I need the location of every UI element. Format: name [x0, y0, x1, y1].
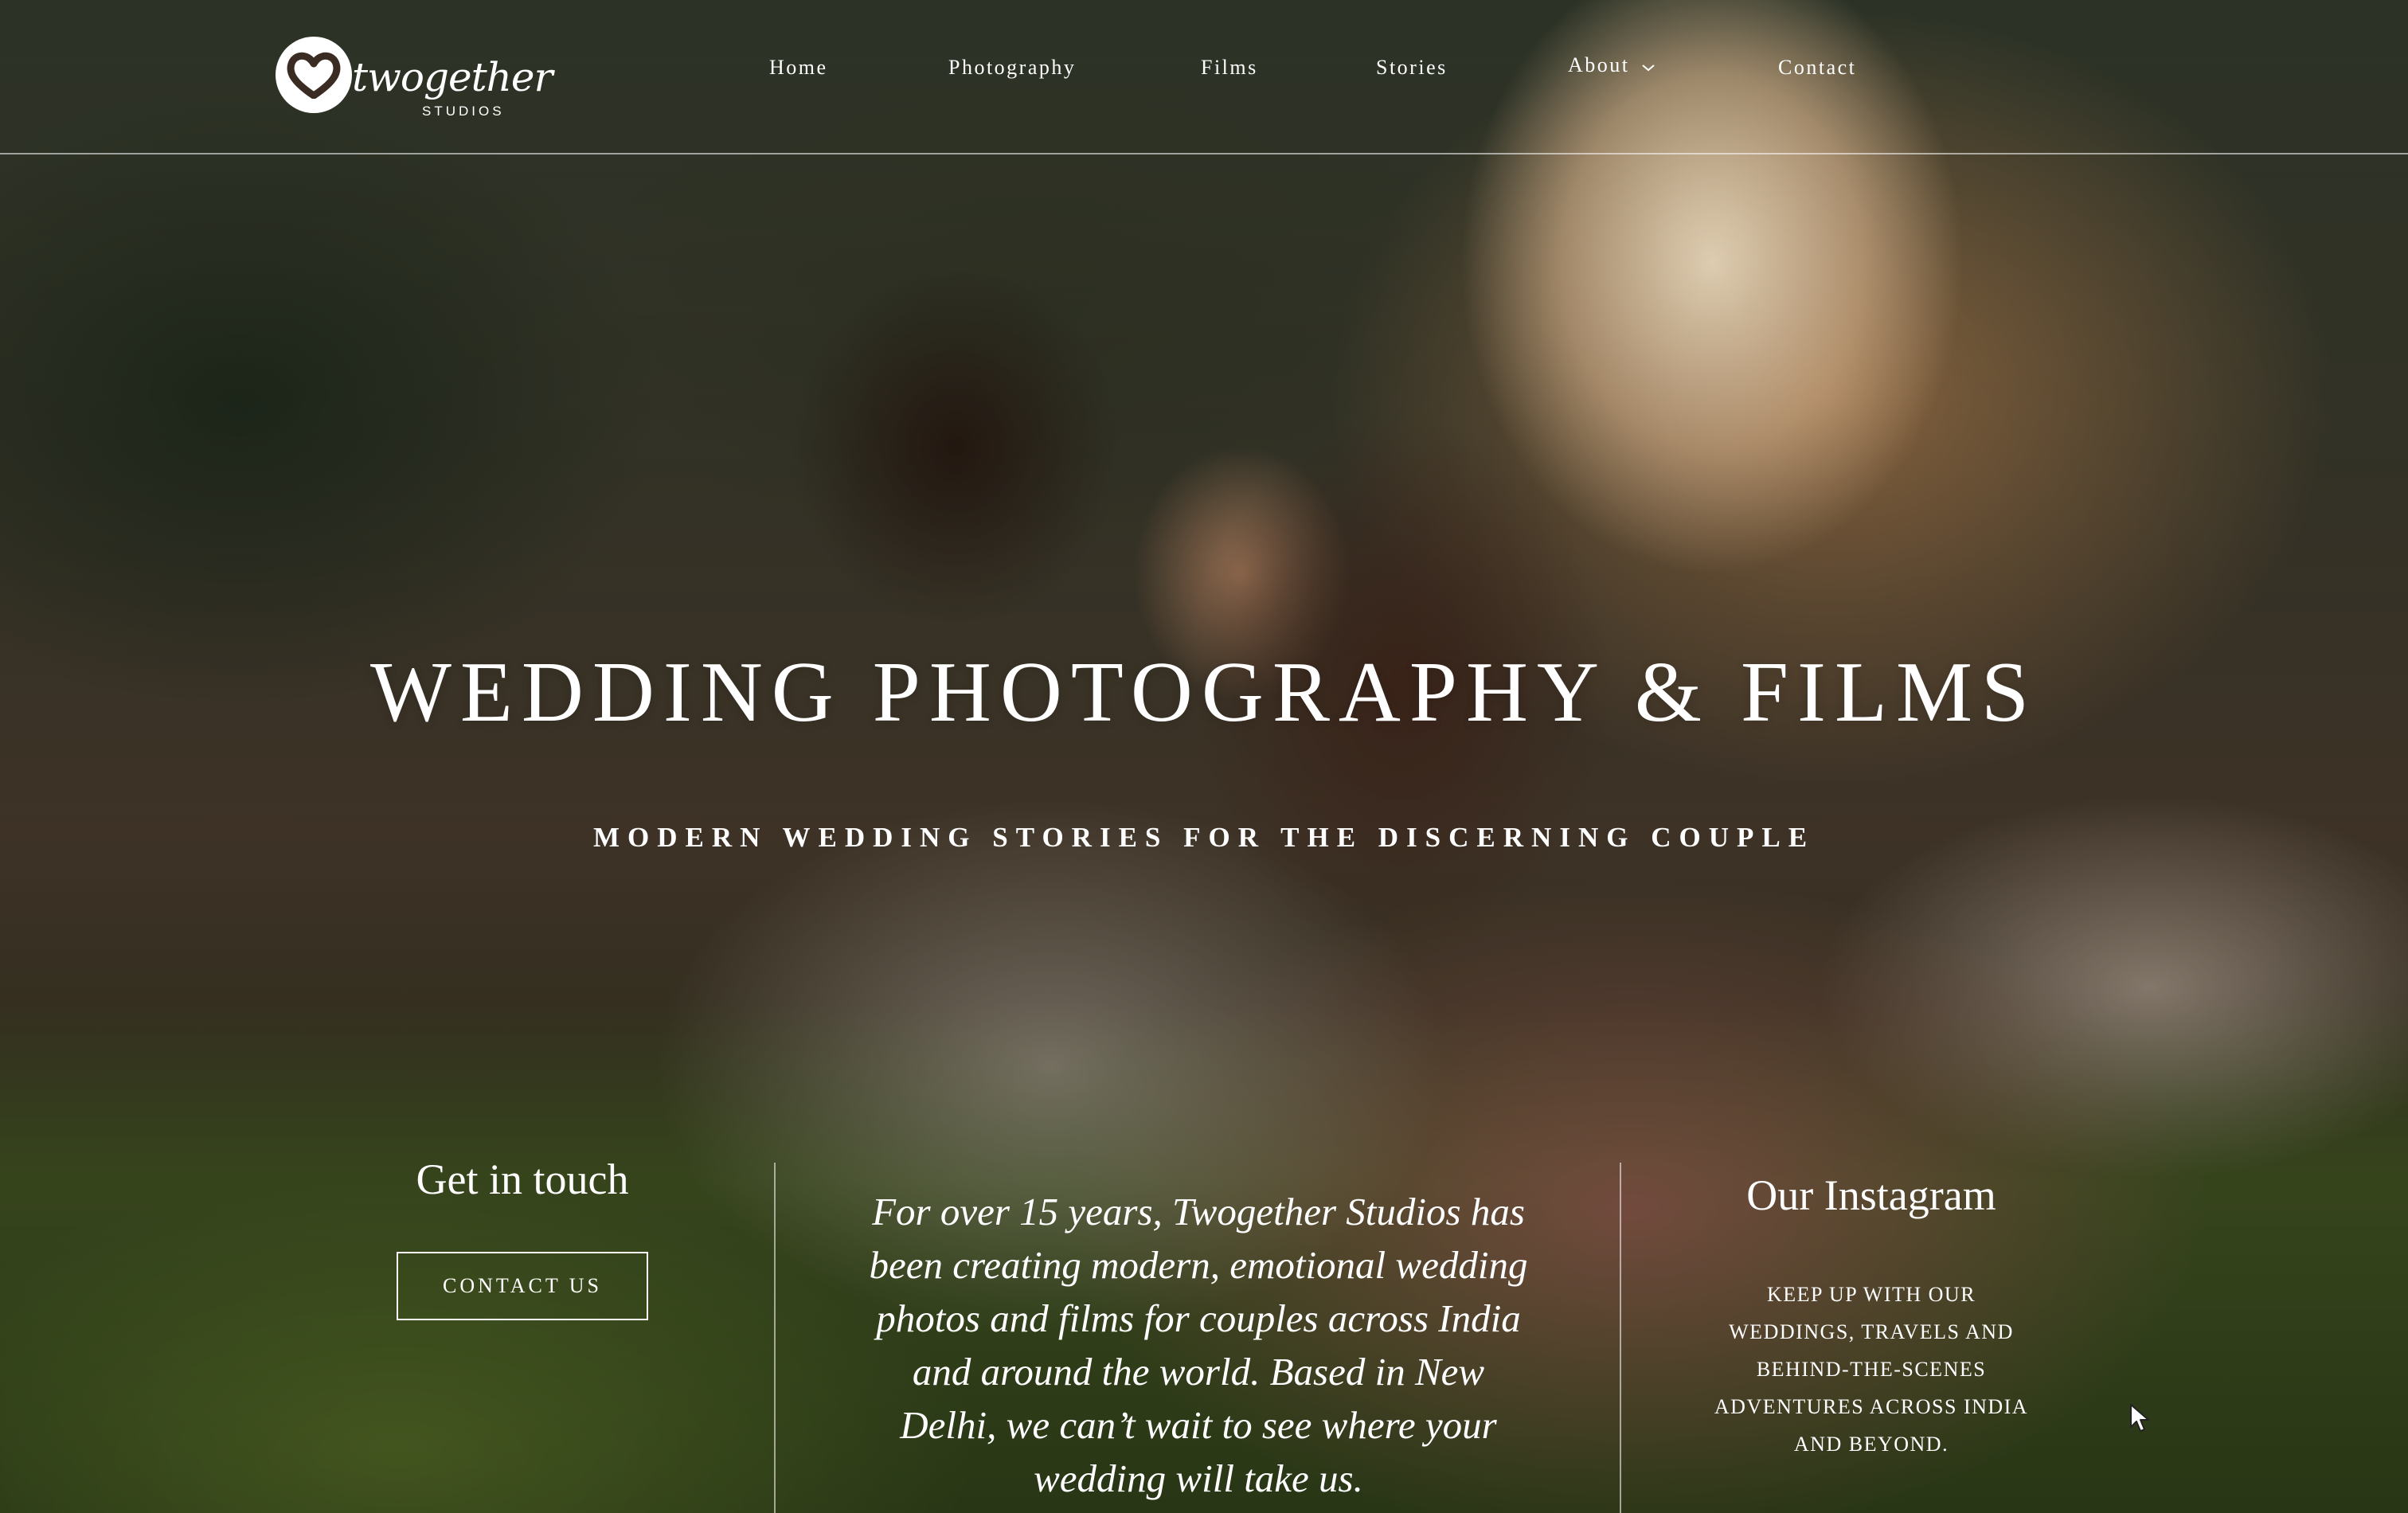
- instagram-line: BEHIND-THE-SCENES: [1756, 1358, 1987, 1381]
- nav-about-label: About: [1568, 53, 1630, 76]
- logo-subtext: STUDIOS: [422, 104, 505, 119]
- instagram-line: KEEP UP WITH OUR: [1766, 1283, 1976, 1306]
- intro-line: been creating modern, emotional wedding: [869, 1243, 1528, 1287]
- intro-line: and around the world. Based in New: [912, 1350, 1485, 1394]
- contact-us-button[interactable]: CONTACT US: [397, 1252, 648, 1320]
- nav-home[interactable]: Home: [769, 56, 828, 80]
- column-divider-right: [1620, 1163, 1621, 1513]
- site-logo[interactable]: twogether STUDIOS: [276, 35, 553, 123]
- intro-line: For over 15 years, Twogether Studios has: [872, 1190, 1525, 1233]
- hero-title: WEDDING PHOTOGRAPHY & FILMS: [369, 645, 2039, 740]
- site-header: twogether STUDIOS Home Photography Films…: [0, 0, 2408, 154]
- nav-contact[interactable]: Contact: [1778, 56, 1856, 80]
- nav-films[interactable]: Films: [1201, 56, 1258, 80]
- intro-line: wedding will take us.: [1034, 1456, 1363, 1500]
- instagram-description: KEEP UP WITH OUR WEDDINGS, TRAVELS AND B…: [1704, 1276, 2039, 1463]
- intro-line: Delhi, we can’t wait to see where your: [900, 1403, 1497, 1447]
- instagram-line: AND BEYOND.: [1793, 1433, 1949, 1456]
- logo-wordmark: twogether: [352, 54, 553, 100]
- nav-stories[interactable]: Stories: [1376, 56, 1448, 80]
- heart-logo-icon: [276, 37, 352, 113]
- mouse-cursor-icon: [2129, 1403, 2150, 1437]
- intro-line: photos and films for couples across Indi…: [876, 1296, 1521, 1340]
- column-divider-left: [774, 1163, 776, 1513]
- instagram-line: WEDDINGS, TRAVELS AND: [1729, 1320, 2014, 1343]
- instagram-heading[interactable]: Our Instagram: [1680, 1171, 2062, 1220]
- chevron-down-icon: [1641, 54, 1656, 78]
- nav-photography[interactable]: Photography: [948, 56, 1076, 80]
- get-in-touch-heading: Get in touch: [416, 1155, 629, 1203]
- instagram-line: ADVENTURES ACROSS INDIA: [1714, 1395, 2029, 1418]
- intro-paragraph: For over 15 years, Twogether Studios has…: [852, 1185, 1545, 1505]
- nav-about[interactable]: About: [1568, 53, 1656, 78]
- hero-subtitle: MODERN WEDDING STORIES FOR THE DISCERNIN…: [592, 822, 1816, 853]
